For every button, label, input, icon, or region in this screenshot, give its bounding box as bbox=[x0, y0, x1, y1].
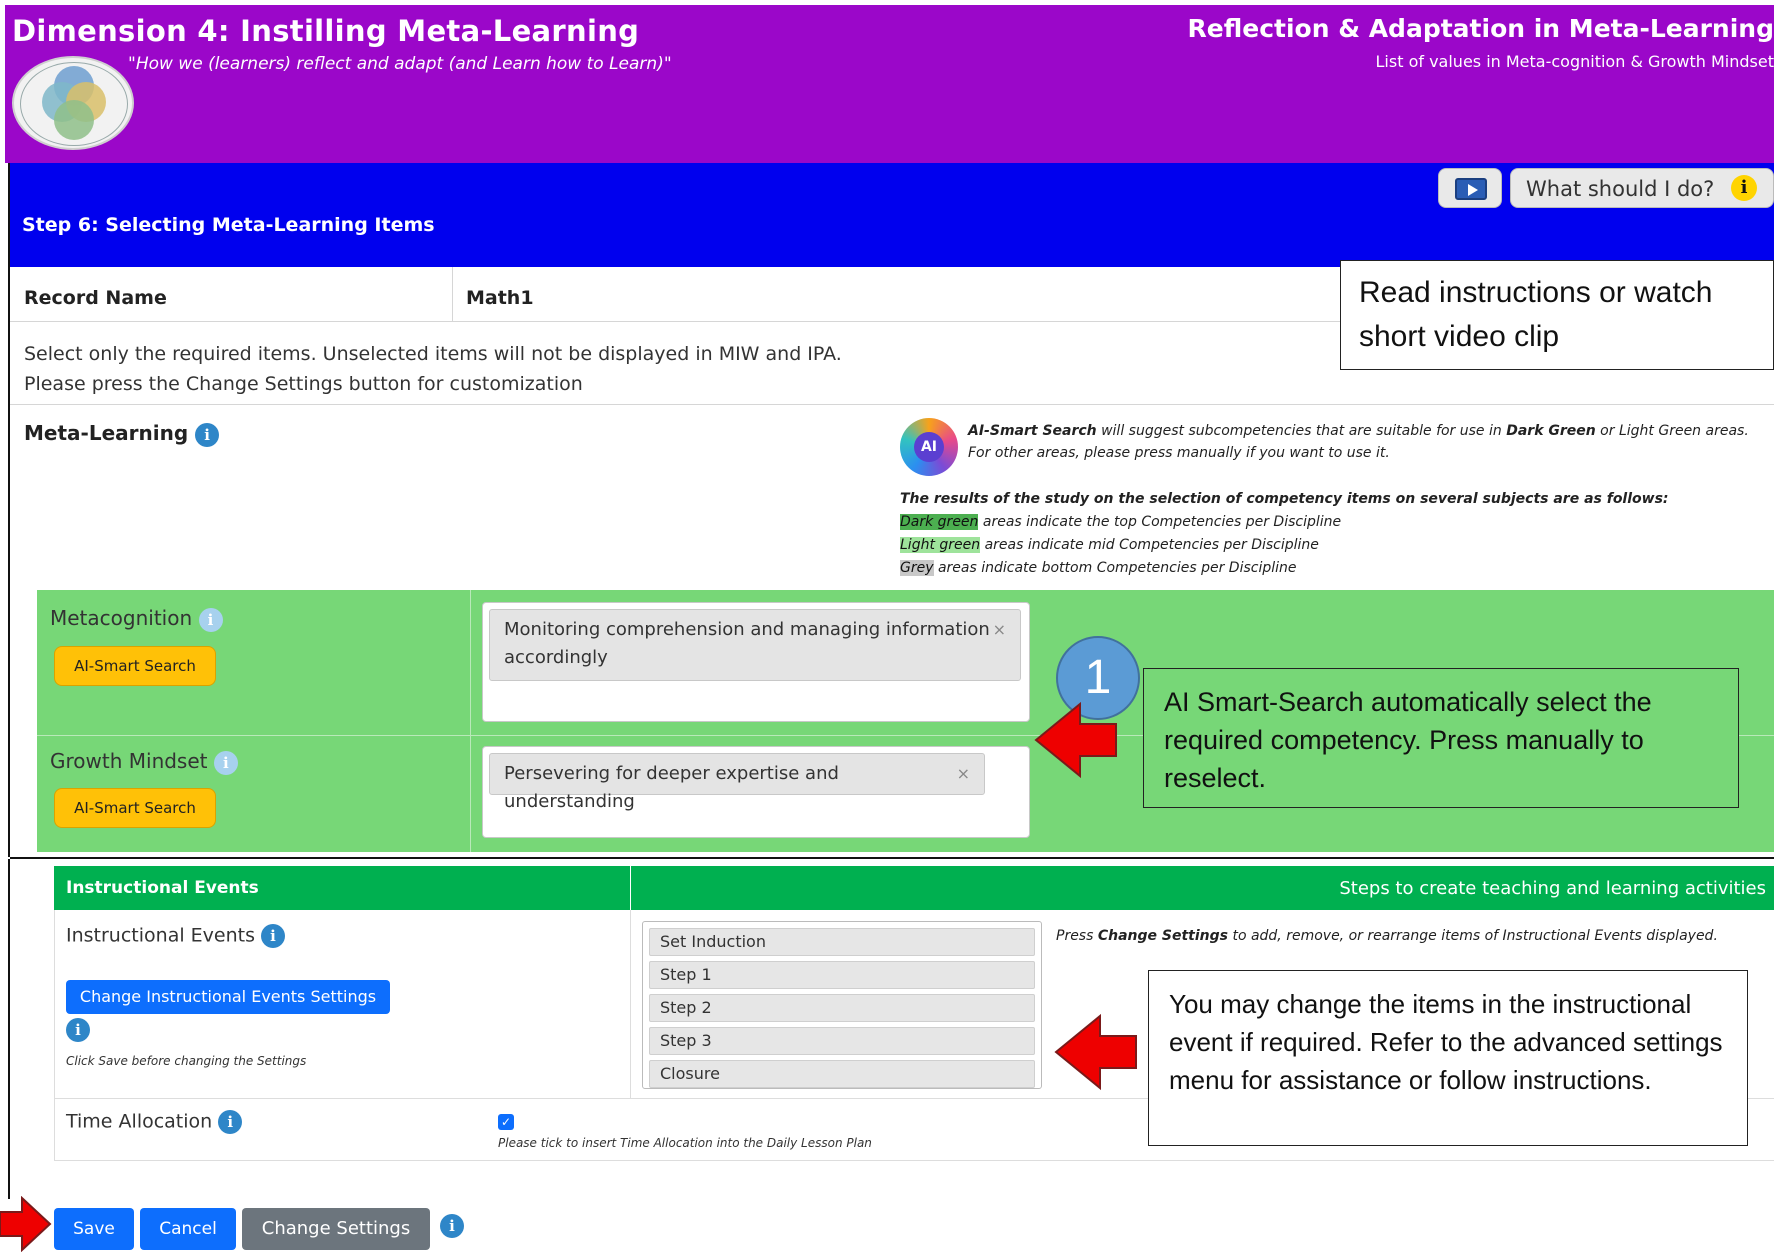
step-title: Step 6: Selecting Meta-Learning Items bbox=[22, 214, 435, 236]
list-item[interactable]: Closure bbox=[649, 1060, 1035, 1088]
meta-learning-label-text: Meta-Learning bbox=[24, 421, 189, 445]
change-instructional-events-button[interactable]: Change Instructional Events Settings bbox=[66, 980, 390, 1014]
ai-smart-search-button[interactable]: AI-Smart Search bbox=[54, 646, 216, 686]
study-results: The results of the study on the selectio… bbox=[900, 488, 1774, 580]
hint-text: to add, remove, or rearrange items of In… bbox=[1228, 928, 1718, 944]
info-icon[interactable]: i bbox=[440, 1214, 464, 1238]
time-allocation-hint: Please tick to insert Time Allocation in… bbox=[498, 1136, 872, 1150]
info-icon[interactable]: i bbox=[218, 1110, 243, 1134]
time-allocation-checkbox[interactable]: ✓ bbox=[498, 1114, 514, 1130]
growth-mindset-select[interactable]: Persevering for deeper expertise and und… bbox=[482, 746, 1030, 838]
grey-label: Grey bbox=[900, 560, 934, 576]
list-item[interactable]: Set Induction bbox=[649, 928, 1035, 956]
change-settings-hint: Press Change Settings to add, remove, or… bbox=[1056, 928, 1718, 944]
divider bbox=[10, 857, 1774, 859]
selected-chip-label: Persevering for deeper expertise and und… bbox=[504, 763, 839, 812]
instructions: Select only the required items. Unselect… bbox=[24, 339, 842, 399]
info-icon[interactable]: i bbox=[261, 924, 286, 948]
section-subtitle: List of values in Meta-cognition & Growt… bbox=[1375, 52, 1774, 71]
info-icon[interactable]: i bbox=[213, 750, 238, 775]
record-name-label: Record Name bbox=[24, 287, 167, 309]
divider bbox=[54, 1160, 1774, 1161]
dark-green-label: Dark green bbox=[900, 514, 979, 530]
grey-text: areas indicate bottom Competencies per D… bbox=[933, 560, 1297, 576]
divider bbox=[630, 910, 631, 1098]
help-button-label: What should I do? bbox=[1526, 177, 1715, 201]
page-title: Dimension 4: Instilling Meta-Learning bbox=[12, 14, 640, 48]
dark-green-text: areas indicate the top Competencies per … bbox=[978, 514, 1342, 530]
time-allocation-label: Time Allocation i bbox=[66, 1110, 243, 1134]
study-title: The results of the study on the selectio… bbox=[900, 491, 1669, 507]
ai-note-text: will suggest subcompetencies that are su… bbox=[1096, 423, 1507, 439]
time-allocation-label-text: Time Allocation bbox=[66, 1110, 213, 1133]
ai-note-bold: AI-Smart Search bbox=[968, 423, 1097, 439]
annotation-note: You may change the items in the instruct… bbox=[1148, 970, 1748, 1146]
instructional-events-list[interactable]: Set Induction Step 1 Step 2 Step 3 Closu… bbox=[642, 921, 1042, 1089]
selected-chip: Persevering for deeper expertise and und… bbox=[489, 753, 985, 812]
list-item[interactable]: Step 1 bbox=[649, 961, 1035, 989]
remove-icon[interactable]: × bbox=[993, 616, 1006, 644]
ie-info: i bbox=[66, 1018, 90, 1042]
metacognition-label-text: Metacognition bbox=[50, 606, 193, 630]
section-title: Reflection & Adaptation in Meta-Learning bbox=[1187, 14, 1774, 43]
record-name-value: Math1 bbox=[466, 287, 534, 309]
video-button[interactable] bbox=[1438, 168, 1502, 208]
instructional-events-label-text: Instructional Events bbox=[66, 924, 255, 947]
info-icon[interactable]: i bbox=[198, 607, 223, 632]
footer-info: i bbox=[440, 1214, 464, 1238]
metacognition-label: Metacognition i bbox=[50, 606, 223, 632]
ai-icon: AI bbox=[900, 418, 958, 476]
frame-line bbox=[8, 859, 10, 1199]
arrow-left-icon bbox=[1054, 1013, 1137, 1091]
ie-header-right: Steps to create teaching and learning ac… bbox=[1339, 878, 1766, 899]
ai-note-dark: Dark Green bbox=[1506, 423, 1596, 439]
light-green-label: Light green bbox=[900, 537, 981, 553]
instructions-line: Please press the Change Settings button … bbox=[24, 373, 583, 395]
growth-mindset-label-text: Growth Mindset bbox=[50, 749, 208, 773]
arrow-right-icon bbox=[0, 1196, 52, 1252]
hint-text: Press bbox=[1056, 928, 1098, 944]
ai-note: AI-Smart Search will suggest subcompeten… bbox=[968, 420, 1774, 464]
ai-smart-search-button[interactable]: AI-Smart Search bbox=[54, 788, 216, 828]
metacognition-select[interactable]: Monitoring comprehension and managing in… bbox=[482, 602, 1030, 722]
cancel-button[interactable]: Cancel bbox=[140, 1208, 236, 1250]
remove-icon[interactable]: × bbox=[957, 760, 970, 788]
hint-bold: Change Settings bbox=[1097, 928, 1228, 944]
change-settings-button[interactable]: Change Settings bbox=[242, 1208, 430, 1250]
ie-header-left: Instructional Events bbox=[66, 878, 259, 898]
page-quote: "How we (learners) reflect and adapt (an… bbox=[128, 54, 672, 74]
light-green-text: areas indicate mid Competencies per Disc… bbox=[980, 537, 1319, 553]
divider bbox=[470, 590, 471, 852]
tip-box: Read instructions or watch short video c… bbox=[1340, 260, 1774, 370]
info-icon[interactable]: i bbox=[66, 1018, 90, 1042]
arrow-left-icon bbox=[1034, 701, 1117, 779]
info-icon[interactable]: i bbox=[195, 422, 220, 447]
list-item[interactable]: Step 2 bbox=[649, 994, 1035, 1022]
divider bbox=[452, 267, 453, 322]
instructional-events-label: Instructional Events i bbox=[66, 924, 286, 948]
logo bbox=[12, 56, 134, 150]
selected-chip: Monitoring comprehension and managing in… bbox=[489, 609, 1021, 681]
video-icon bbox=[1455, 178, 1487, 200]
selected-chip-label: Monitoring comprehension and managing in… bbox=[504, 619, 990, 668]
instructions-line: Select only the required items. Unselect… bbox=[24, 343, 842, 365]
annotation-note: AI Smart-Search automatically select the… bbox=[1143, 668, 1739, 808]
divider bbox=[630, 866, 631, 910]
info-icon: i bbox=[1731, 175, 1757, 201]
save-note: Click Save before changing the Settings bbox=[66, 1054, 307, 1068]
divider bbox=[10, 404, 1774, 405]
save-button[interactable]: Save bbox=[54, 1208, 134, 1250]
help-button[interactable]: What should I do? i bbox=[1510, 168, 1774, 208]
growth-mindset-label: Growth Mindset i bbox=[50, 749, 238, 775]
ai-badge-text: AI bbox=[914, 432, 944, 462]
list-item[interactable]: Step 3 bbox=[649, 1027, 1035, 1055]
meta-learning-label: Meta-Learning i bbox=[24, 421, 220, 447]
